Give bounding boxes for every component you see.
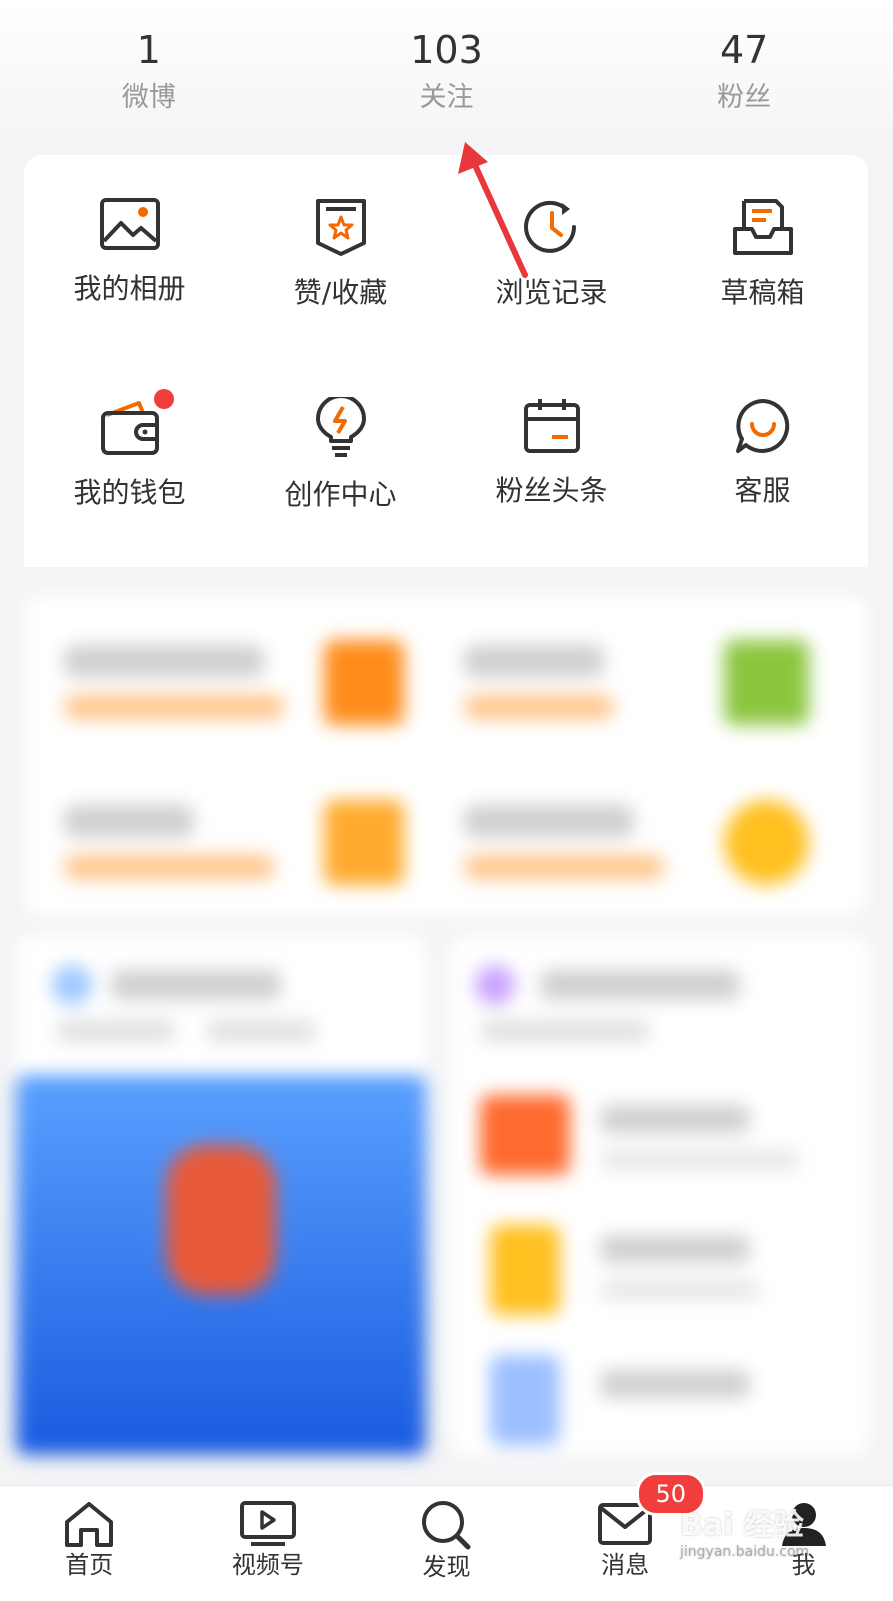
- stat-following-count: 103: [410, 28, 483, 72]
- stat-fans-label: 粉丝: [717, 82, 772, 113]
- tools-grid: 我的相册 赞/收藏 浏览记录 草稿箱 我的钱包 创作中心 粉丝头条 客服: [24, 155, 868, 567]
- customer-service-icon: [735, 399, 789, 453]
- promo-card: [24, 595, 868, 915]
- tab-home-label: 首页: [65, 1551, 114, 1579]
- left-panel: [16, 935, 426, 1455]
- tab-video-label: 视频号: [231, 1551, 304, 1579]
- video-icon: [239, 1501, 296, 1546]
- wallet-notification-dot: [154, 389, 174, 409]
- watermark-text: Bai 经验: [680, 1508, 804, 1543]
- tool-history-label: 浏览记录: [495, 276, 608, 309]
- watermark-url: jingyan.baidu.com: [680, 1544, 810, 1560]
- stat-fans[interactable]: 47 粉丝: [644, 0, 844, 118]
- drafts-icon: [732, 199, 793, 255]
- lightbulb-icon: [315, 397, 366, 457]
- tool-fan-headlines-label: 粉丝头条: [495, 474, 608, 507]
- search-icon: [422, 1501, 471, 1550]
- tool-creator[interactable]: 创作中心: [235, 355, 446, 545]
- stat-following[interactable]: 103 关注: [346, 0, 546, 118]
- tool-favorites[interactable]: 赞/收藏: [235, 155, 446, 345]
- stat-weibo-count: 1: [136, 28, 161, 72]
- tab-video[interactable]: 视频号: [179, 1486, 358, 1601]
- tool-album[interactable]: 我的相册: [24, 155, 235, 345]
- album-icon: [99, 198, 160, 250]
- tab-discover[interactable]: 发现: [357, 1486, 536, 1601]
- home-icon: [65, 1502, 114, 1547]
- history-icon: [523, 200, 576, 253]
- tool-service[interactable]: 客服: [657, 355, 868, 545]
- tool-album-label: 我的相册: [73, 272, 186, 305]
- favorites-icon: [315, 199, 366, 256]
- blurred-content: [0, 575, 893, 1485]
- tool-fan-headlines[interactable]: 粉丝头条: [446, 355, 657, 545]
- wallet-icon: [100, 401, 159, 455]
- right-panel: [450, 935, 870, 1455]
- tool-wallet[interactable]: 我的钱包: [24, 355, 235, 545]
- profile-stats: 1 微博 103 关注 47 粉丝: [0, 0, 893, 150]
- tool-drafts[interactable]: 草稿箱: [657, 155, 868, 345]
- tool-creator-label: 创作中心: [284, 478, 397, 511]
- stat-following-label: 关注: [419, 82, 474, 113]
- tool-history[interactable]: 浏览记录: [446, 155, 657, 345]
- tab-discover-label: 发现: [422, 1553, 471, 1581]
- stat-fans-count: 47: [719, 28, 769, 72]
- tool-favorites-label: 赞/收藏: [293, 276, 388, 309]
- stat-weibo[interactable]: 1 微博: [49, 0, 249, 118]
- stat-weibo-label: 微博: [121, 82, 176, 113]
- baidu-watermark: Bai 经验 jingyan.baidu.com: [680, 1500, 880, 1580]
- tool-service-label: 客服: [734, 474, 791, 507]
- calendar-icon: [523, 399, 580, 453]
- tab-home[interactable]: 首页: [0, 1486, 179, 1601]
- tool-wallet-label: 我的钱包: [73, 476, 186, 509]
- tool-drafts-label: 草稿箱: [720, 276, 805, 309]
